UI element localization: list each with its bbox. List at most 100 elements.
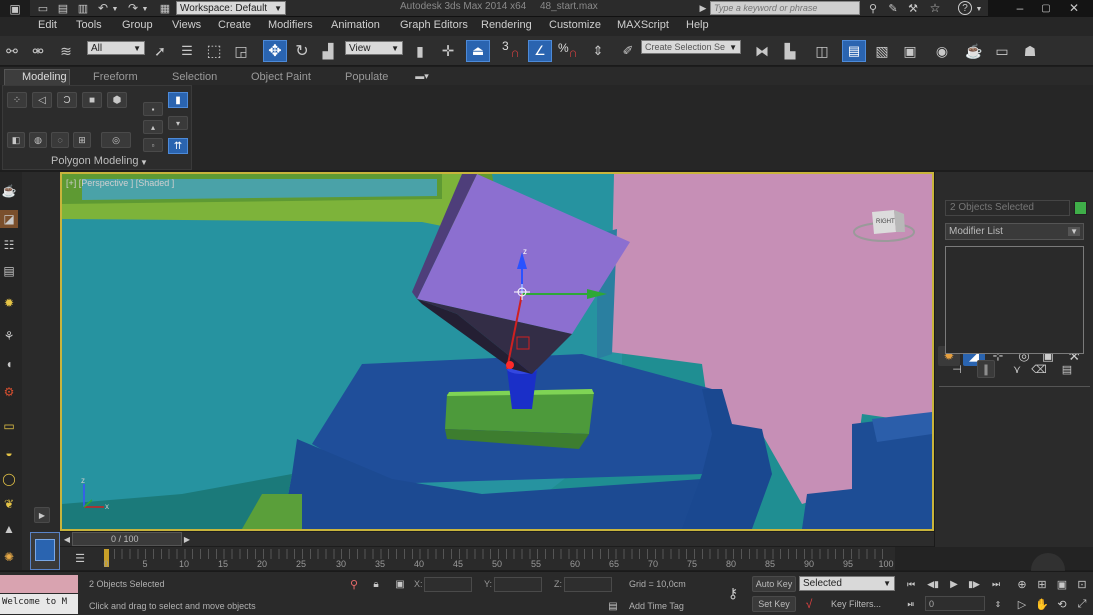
- curve-editor-icon[interactable]: ▧: [872, 41, 892, 61]
- quickslice-icon[interactable]: ⊞: [73, 132, 91, 148]
- undo-dropdown-icon[interactable]: ▼: [111, 3, 119, 15]
- minimize-icon[interactable]: –: [1010, 0, 1030, 16]
- expand-strip-icon[interactable]: ▶: [34, 507, 50, 523]
- menu-help[interactable]: Help: [686, 19, 709, 31]
- light-bulb-icon[interactable]: ✹: [0, 294, 18, 312]
- maximize-viewport-icon[interactable]: ⤢: [1074, 596, 1090, 612]
- use-soft-selection-icon[interactable]: ◍: [29, 132, 47, 148]
- torus-primitive-icon[interactable]: ◯: [0, 470, 18, 488]
- nurms-icon[interactable]: ◌: [51, 132, 69, 148]
- field-of-view-icon[interactable]: ▷: [1014, 596, 1030, 612]
- ribbon-options-icon[interactable]: ▬▾: [412, 70, 432, 82]
- add-time-tag[interactable]: Add Time Tag: [629, 601, 684, 611]
- help-icon[interactable]: ?: [958, 1, 972, 15]
- angle-snap-icon[interactable]: ∠: [528, 40, 552, 62]
- select-and-link-icon[interactable]: ⚯: [2, 41, 22, 61]
- select-and-scale-icon[interactable]: ▟: [318, 41, 338, 61]
- modifier-stack-list[interactable]: [945, 246, 1084, 354]
- select-and-manipulate-icon[interactable]: ✛: [438, 41, 458, 61]
- make-unique-icon[interactable]: ⋎: [1009, 361, 1025, 377]
- layers-list-icon[interactable]: ☷: [0, 236, 18, 254]
- pan-hand-icon[interactable]: ✋: [1034, 596, 1050, 612]
- current-frame-field[interactable]: [925, 596, 985, 611]
- maximize-icon[interactable]: ▢: [1036, 0, 1056, 16]
- isolate-selection-icon[interactable]: ⚲: [348, 577, 360, 591]
- z-coordinate-field[interactable]: [564, 577, 612, 592]
- maxscript-listener-mini[interactable]: Welcome to M: [0, 575, 78, 609]
- sphere-primitive-icon[interactable]: ◒: [0, 444, 18, 462]
- mirror-icon[interactable]: ⧓: [752, 41, 772, 61]
- snaps-toggle-icon[interactable]: ∩: [508, 44, 522, 60]
- time-tag-icon[interactable]: ▤: [606, 599, 620, 613]
- orbit-icon[interactable]: ⟲: [1054, 596, 1070, 612]
- undo-icon[interactable]: ↶: [96, 1, 110, 15]
- next-modifier-icon[interactable]: ▾: [168, 116, 188, 130]
- menu-customize[interactable]: Customize: [549, 19, 601, 31]
- create-teapot-icon[interactable]: ☕: [0, 182, 18, 200]
- named-selection-sets-dropdown[interactable]: Create Selection Se ▼: [641, 40, 741, 54]
- left-timeline-box[interactable]: [30, 532, 60, 570]
- tab-object-paint[interactable]: Object Paint: [251, 71, 311, 83]
- menu-rendering[interactable]: Rendering: [481, 19, 532, 31]
- exchange-icon[interactable]: ⚒: [906, 1, 920, 15]
- binoculars-icon[interactable]: ⚲: [866, 1, 880, 15]
- remove-modifier-icon[interactable]: ⌫: [1031, 361, 1047, 377]
- preserve-uvs-icon[interactable]: ◧: [7, 132, 25, 148]
- track-bar-open-icon[interactable]: ☰: [72, 551, 88, 565]
- set-key-key-icon[interactable]: ⚷: [722, 584, 744, 602]
- vertex-icon[interactable]: ⁘: [7, 92, 27, 108]
- zoom-extents-all-icon[interactable]: ⊡: [1074, 576, 1090, 592]
- search-input[interactable]: [710, 1, 860, 15]
- rendered-frame-window-icon[interactable]: ▭: [992, 41, 1012, 61]
- border-icon[interactable]: Ɔ: [57, 92, 77, 108]
- graphite-ribbon-toggle-icon[interactable]: ▤: [842, 40, 866, 62]
- key-mode-dropdown[interactable]: Selected ▼: [799, 576, 895, 591]
- scene-explorer-icon[interactable]: ▤: [0, 262, 18, 280]
- layer-manager-icon[interactable]: ◫: [812, 41, 832, 61]
- select-object-icon[interactable]: ➚: [150, 41, 170, 61]
- zoom-all-icon[interactable]: ⊞: [1034, 576, 1050, 592]
- x-coordinate-field[interactable]: [424, 577, 472, 592]
- viewport[interactable]: z z x [+] [Perspective ] [Shaded ] RIGHT: [60, 172, 934, 531]
- project-folder-icon[interactable]: ▦: [158, 1, 172, 15]
- spinner-snap-icon[interactable]: ⇕: [588, 41, 608, 61]
- reference-coordinate-dropdown[interactable]: View ▼: [345, 41, 403, 55]
- edit-named-selection-icon[interactable]: ✐: [618, 41, 638, 61]
- redo-dropdown-icon[interactable]: ▼: [141, 3, 149, 15]
- go-to-start-icon[interactable]: ⏮: [903, 577, 919, 591]
- play-icon[interactable]: ▶: [946, 577, 962, 591]
- cone-primitive-icon[interactable]: ▲: [0, 520, 18, 538]
- selection-lock-icon[interactable]: 🔒︎: [370, 577, 382, 591]
- collapse-stack-icon[interactable]: ⇈: [168, 138, 188, 154]
- percent-snap-icon[interactable]: ∩: [566, 44, 580, 60]
- time-slider-thumb[interactable]: 0 / 100: [72, 532, 182, 546]
- close-icon[interactable]: ✕: [1064, 0, 1084, 16]
- workspace-dropdown[interactable]: Workspace: Default ▼: [176, 1, 286, 15]
- next-frame-icon[interactable]: ▮▶: [966, 577, 982, 591]
- render-production-icon[interactable]: ☗: [1020, 41, 1040, 61]
- align-icon[interactable]: ▙: [780, 41, 800, 61]
- chevron-down-icon[interactable]: ▼: [139, 157, 149, 167]
- absolute-mode-icon[interactable]: ▣: [394, 577, 406, 591]
- gear-icon[interactable]: ⚙: [0, 383, 18, 401]
- time-configuration-icon[interactable]: ⇕: [992, 597, 1004, 611]
- menu-views[interactable]: Views: [172, 19, 201, 31]
- zoom-extents-icon[interactable]: ▣: [1054, 576, 1070, 592]
- configure-sets-icon[interactable]: ▤: [1059, 361, 1075, 377]
- swift-loop-icon[interactable]: ◎: [101, 132, 131, 148]
- time-slider-prev-icon[interactable]: ◀: [62, 533, 72, 545]
- pivot-center-icon[interactable]: ▮: [410, 41, 430, 61]
- set-key-button[interactable]: Set Key: [752, 596, 796, 612]
- menu-edit[interactable]: Edit: [38, 19, 57, 31]
- select-and-move-icon[interactable]: ✥: [263, 40, 287, 62]
- pin-stack-icon[interactable]: ▮: [168, 92, 188, 108]
- tools-icon[interactable]: ✎: [886, 1, 900, 15]
- tab-populate[interactable]: Populate: [345, 71, 388, 83]
- maxscript-output[interactable]: Welcome to M: [0, 594, 78, 614]
- modify-mode-icon[interactable]: ▪: [143, 102, 163, 116]
- viewcube[interactable]: RIGHT: [862, 204, 920, 248]
- key-mode-toggle-icon[interactable]: ⏯: [903, 597, 919, 611]
- go-to-end-icon[interactable]: ⏭: [988, 577, 1004, 591]
- select-and-rotate-icon[interactable]: ↻: [292, 41, 312, 61]
- new-file-icon[interactable]: ▭: [36, 1, 50, 15]
